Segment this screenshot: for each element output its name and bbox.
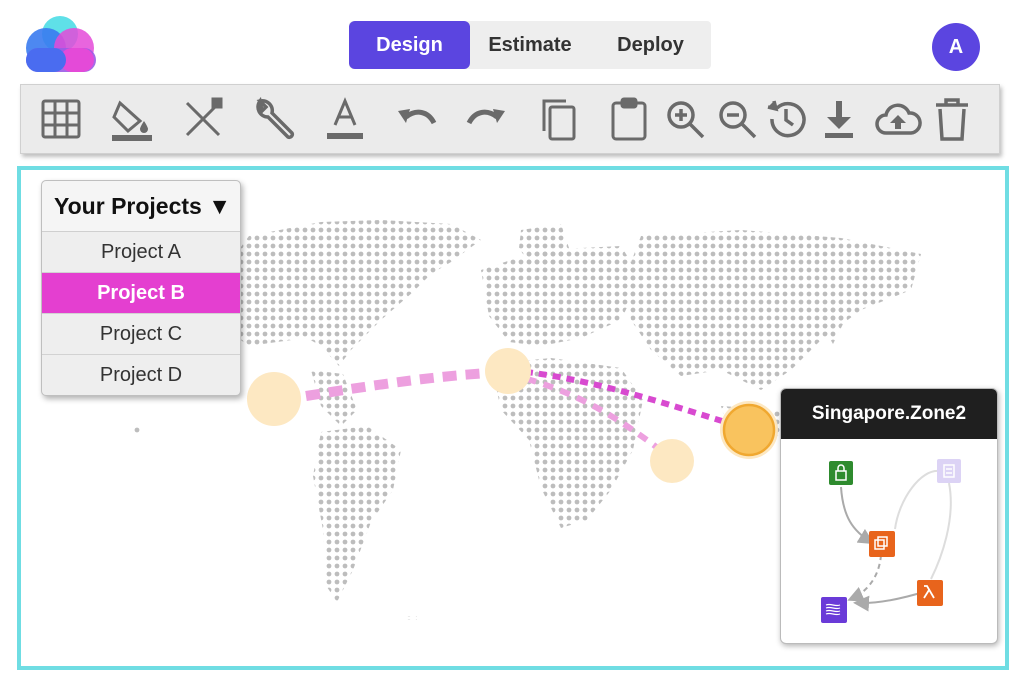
singapore-node[interactable] <box>722 403 776 457</box>
zoom-in-icon[interactable] <box>661 95 709 143</box>
project-item-a[interactable]: Project A <box>42 232 240 273</box>
tab-estimate[interactable]: Estimate <box>470 21 590 69</box>
cloud-logo-icon <box>24 14 96 74</box>
copy-icon[interactable] <box>534 95 582 143</box>
mode-tabs: Design Estimate Deploy <box>349 21 711 69</box>
download-icon[interactable] <box>815 95 863 143</box>
paint-bucket-icon[interactable] <box>108 95 156 143</box>
history-icon[interactable] <box>762 95 810 143</box>
cloud-upload-icon[interactable] <box>874 95 922 143</box>
trash-icon[interactable] <box>928 95 976 143</box>
data-stream-icon[interactable] <box>821 597 847 623</box>
grid-icon[interactable] <box>37 95 85 143</box>
redo-icon[interactable] <box>463 95 511 143</box>
tab-deploy[interactable]: Deploy <box>590 21 711 69</box>
wrench-icon[interactable] <box>250 95 298 143</box>
lambda-icon[interactable] <box>917 580 943 606</box>
toolbar <box>20 84 1000 154</box>
compute-service-icon[interactable] <box>869 531 895 557</box>
zone-panel-title: Singapore.Zone2 <box>781 389 997 439</box>
region-node[interactable] <box>485 348 531 394</box>
region-node[interactable] <box>650 439 694 483</box>
region-node[interactable] <box>247 372 301 426</box>
edit-tools-icon[interactable] <box>179 95 227 143</box>
project-item-b[interactable]: Project B <box>42 273 240 314</box>
zone-panel: Singapore.Zone2 <box>780 388 998 644</box>
design-canvas[interactable]: Your Projects ▼ Project A Project B Proj… <box>17 166 1009 670</box>
undo-icon[interactable] <box>392 95 440 143</box>
projects-dropdown-header[interactable]: Your Projects ▼ <box>42 181 240 232</box>
zoom-out-icon[interactable] <box>713 95 761 143</box>
project-item-c[interactable]: Project C <box>42 314 240 355</box>
user-avatar[interactable]: A <box>932 23 980 71</box>
project-item-d[interactable]: Project D <box>42 355 240 395</box>
security-service-icon[interactable] <box>829 461 853 485</box>
text-color-icon[interactable] <box>321 95 369 143</box>
clipboard-icon[interactable] <box>605 95 653 143</box>
tab-design[interactable]: Design <box>349 21 470 69</box>
queue-service-icon[interactable] <box>937 459 961 483</box>
projects-dropdown: Your Projects ▼ Project A Project B Proj… <box>41 180 241 396</box>
